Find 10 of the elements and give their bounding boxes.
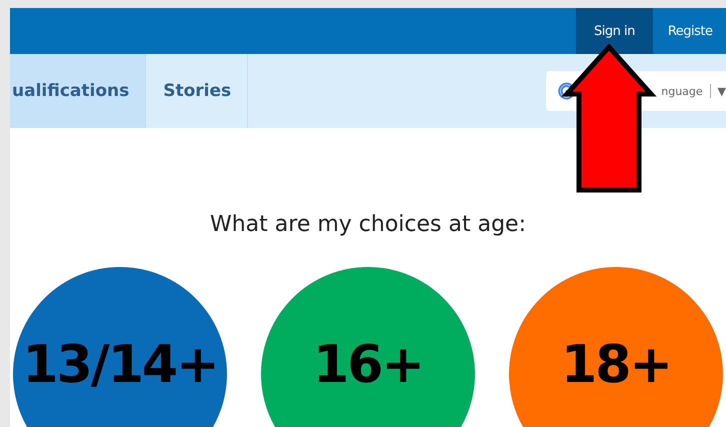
age-choice[interactable]: 18+: [509, 267, 723, 427]
age-choice[interactable]: 16+: [261, 267, 475, 427]
language-label: nguage: [661, 84, 703, 98]
top-link[interactable]: Sign in: [576, 8, 653, 54]
section-heading: What are my choices at age:: [210, 212, 526, 237]
caret-icon: ▼: [718, 84, 726, 98]
nav-tab[interactable]: ualifications: [10, 54, 146, 128]
top-link[interactable]: Registe: [652, 8, 726, 54]
age-choice[interactable]: 13/14+: [13, 267, 227, 427]
nav-tab[interactable]: Stories: [146, 54, 248, 128]
